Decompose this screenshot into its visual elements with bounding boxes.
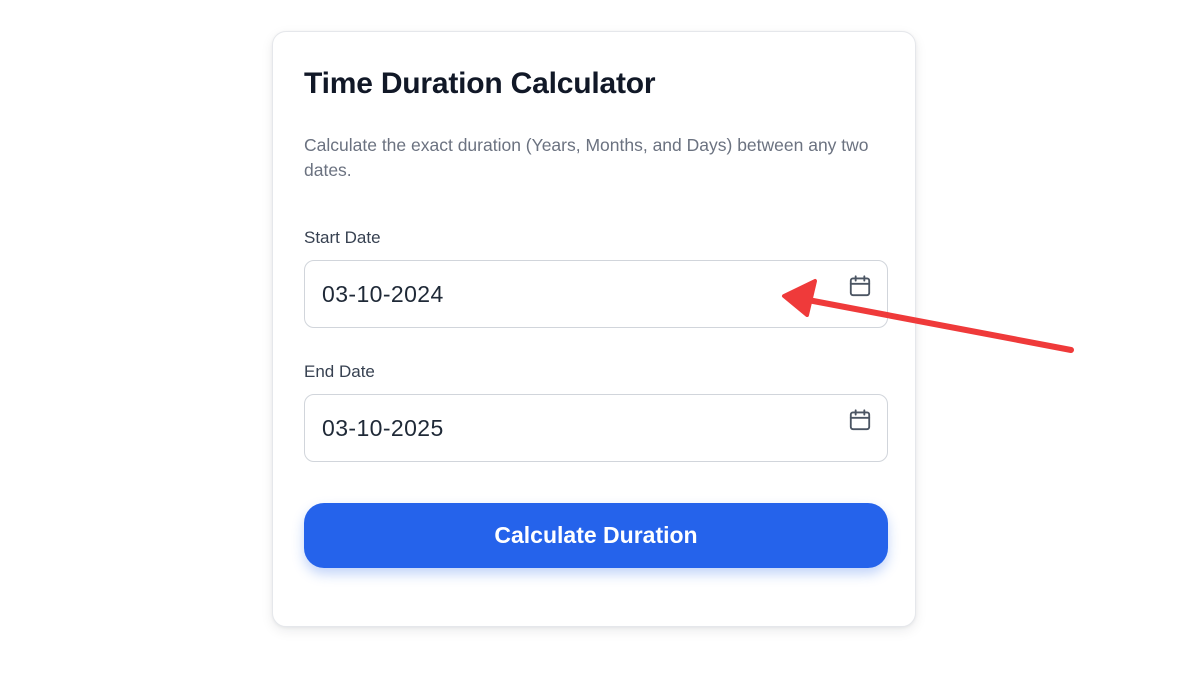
end-date-label: End Date [304,362,375,381]
page-title: Time Duration Calculator [304,67,656,100]
calculator-description: Calculate the exact duration (Years, Mon… [304,135,869,180]
start-date-input[interactable]: 03-10-2024 [304,260,888,328]
calendar-icon[interactable] [847,273,873,299]
calculate-duration-button[interactable]: Calculate Duration [304,503,888,568]
start-date-value: 03-10-2024 [322,281,444,307]
calculator-card: Time Duration Calculator Calculate the e… [272,31,916,627]
end-date-value: 03-10-2025 [322,415,444,441]
calendar-icon[interactable] [847,407,873,433]
start-date-label: Start Date [304,228,381,247]
end-date-input[interactable]: 03-10-2025 [304,394,888,462]
